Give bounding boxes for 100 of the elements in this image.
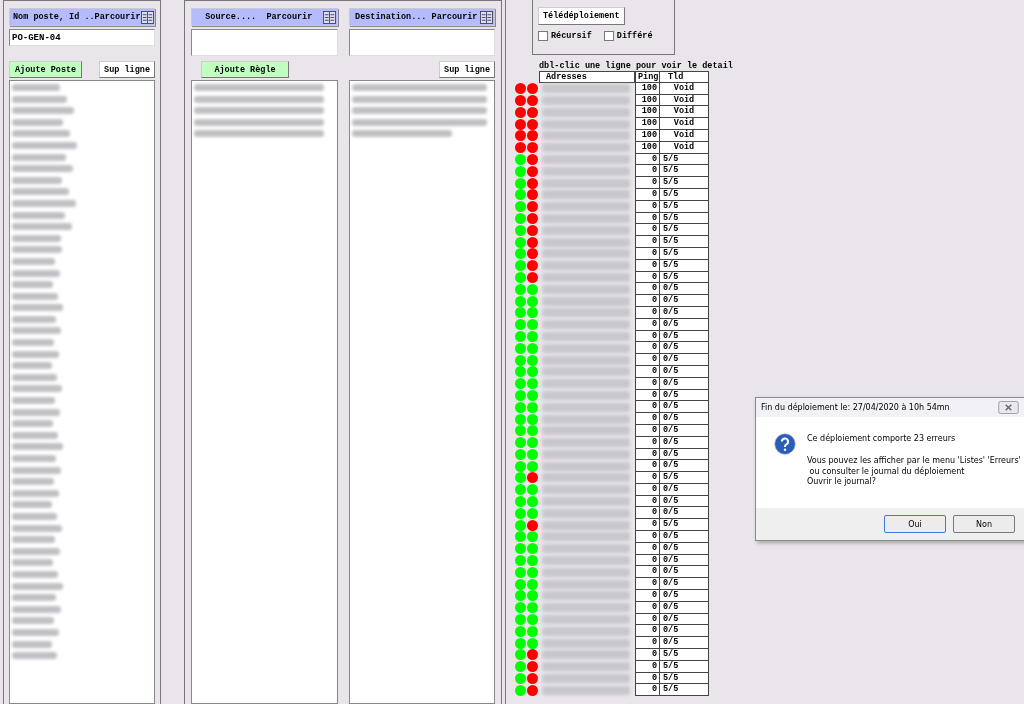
blurred-entry <box>12 570 58 578</box>
blurred-entry <box>12 652 57 660</box>
column-header: Tld <box>660 71 709 83</box>
blurred-entry <box>12 315 56 323</box>
tld-cell: 0/5 <box>660 507 709 520</box>
ping-cell: 0 <box>635 649 660 661</box>
source-field[interactable] <box>191 29 338 56</box>
tld-cell: 0/5 <box>660 625 709 638</box>
blurred-entry <box>12 397 55 405</box>
ping-cell: 100 <box>635 118 660 130</box>
blurred-entry <box>12 281 53 289</box>
blurred-entry <box>12 350 59 358</box>
tld-cell: Void <box>660 118 709 130</box>
ping-cell: 0 <box>635 472 660 484</box>
tld-cell: 0/5 <box>660 413 709 425</box>
blurred-entry <box>12 176 62 184</box>
blurred-entry <box>12 153 66 161</box>
blurred-entry <box>12 559 53 567</box>
blurred-entry <box>12 327 61 335</box>
option-checkbox[interactable]: Différé <box>603 31 653 41</box>
source-list[interactable] <box>191 80 338 704</box>
tld-cell: 5/5 <box>660 684 709 697</box>
ping-cell: 0 <box>635 165 660 178</box>
destination-list[interactable] <box>348 80 495 704</box>
destination-field[interactable] <box>348 29 495 56</box>
blurred-entry <box>12 339 54 347</box>
tld-cell: 0/5 <box>660 590 709 602</box>
dialog-message: Vous pouvez les afficher par le menu 'Listes' 'Erreurs' ou consulter le journal du déploiement Ouvrir le journal? <box>807 456 1021 488</box>
tld-cell: 5/5 <box>660 519 709 532</box>
tld-cell: 5/5 <box>660 224 709 237</box>
blurred-entry <box>12 594 56 602</box>
blurred-entry <box>12 501 52 509</box>
blurred-entry <box>12 188 69 196</box>
blurred-entry <box>12 246 62 254</box>
blurred-entry <box>12 512 57 520</box>
ping-cell: 0 <box>635 283 660 296</box>
blurred-entry <box>12 211 65 219</box>
blurred-entry <box>12 165 73 173</box>
ping-cell: 0 <box>635 342 660 355</box>
blurred-entry <box>12 118 63 126</box>
hint-text: dbl-clic une ligne pour voir le detail <box>539 61 733 71</box>
ping-cell: 0 <box>635 236 660 248</box>
ping-cell: 0 <box>635 519 660 532</box>
blurred-entry <box>12 84 60 91</box>
blurred-entry <box>12 257 55 265</box>
blurred-entry <box>12 304 63 312</box>
host-list[interactable] <box>9 80 155 704</box>
tld-cell: 0/5 <box>660 342 709 355</box>
deploy-button[interactable]: Télédéploiement <box>538 7 625 25</box>
grid-icon[interactable] <box>480 10 493 24</box>
tld-cell: 5/5 <box>660 472 709 484</box>
blurred-entry <box>12 408 60 416</box>
tld-cell: 5/5 <box>660 649 709 661</box>
blurred-entry <box>12 628 59 636</box>
dialog-title: Fin du déploiement le: 27/04/2020 à 10h 54mn <box>761 403 950 412</box>
tld-cell: 5/5 <box>660 236 709 248</box>
blurred-entry <box>12 107 74 115</box>
ping-cell: 0 <box>635 295 660 307</box>
blurred-entry <box>12 420 53 428</box>
dialog-button[interactable]: Non <box>953 515 1015 533</box>
blurred-entry <box>12 524 62 532</box>
blurred-entry <box>12 385 62 393</box>
ping-cell: 0 <box>635 625 660 638</box>
ping-cell: 0 <box>635 460 660 473</box>
option-checkbox[interactable]: Récursif <box>538 31 592 41</box>
action-button[interactable]: Ajoute Poste <box>9 61 83 78</box>
grid-icon[interactable] <box>322 10 336 24</box>
ping-cell: 0 <box>635 413 660 425</box>
blurred-entry <box>12 466 61 474</box>
ping-cell: 0 <box>635 637 660 650</box>
blurred-entry <box>12 489 59 497</box>
tld-cell: 0/5 <box>660 637 709 650</box>
tld-cell: 0/5 <box>660 460 709 473</box>
ping-cell: 0 <box>635 566 660 579</box>
question-icon <box>774 433 796 455</box>
ping-cell: 0 <box>635 401 660 414</box>
blurred-entry <box>12 582 63 590</box>
ping-cell: 0 <box>635 507 660 520</box>
ping-cell: 0 <box>635 684 660 697</box>
blurred-entry <box>12 199 76 207</box>
action-button[interactable]: Sup ligne <box>99 61 155 78</box>
tld-cell: 0/5 <box>660 295 709 307</box>
action-button[interactable]: Ajoute Règle <box>201 61 289 78</box>
blurred-entry <box>12 269 60 277</box>
dialog-button[interactable]: Oui <box>884 515 946 533</box>
action-button[interactable]: Sup ligne <box>439 61 495 78</box>
column-header: Ping <box>635 71 660 83</box>
blurred-entry <box>12 605 61 613</box>
header-label: Nom poste, Id ..Parcourir <box>13 12 141 22</box>
blurred-entry <box>12 362 52 370</box>
ping-cell: 0 <box>635 531 660 543</box>
close-icon[interactable] <box>998 401 1019 414</box>
blurred-entry <box>12 141 77 149</box>
host-field[interactable]: PO-GEN-04 <box>9 29 155 46</box>
blurred-entry <box>12 478 54 486</box>
ping-cell: 100 <box>635 106 660 119</box>
tld-cell: 5/5 <box>660 177 709 189</box>
tld-cell: 0/5 <box>660 578 709 591</box>
tld-cell: 5/5 <box>660 165 709 178</box>
grid-icon[interactable] <box>140 10 154 24</box>
